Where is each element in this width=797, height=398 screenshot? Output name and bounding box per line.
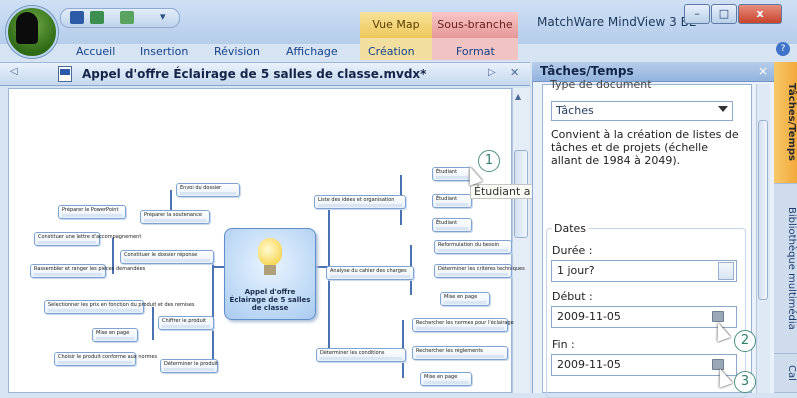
task-panel-title: Tâches/Temps	[540, 64, 634, 78]
side-tab-calendrier[interactable]: Cal	[774, 354, 797, 393]
debut-label: Début :	[552, 290, 593, 303]
nav-left-icon[interactable]: ◁	[10, 66, 18, 77]
fin-field[interactable]: 2009-11-05	[551, 354, 737, 376]
subtopic-node[interactable]: Mise en page	[420, 372, 472, 386]
subtopic-node[interactable]: Préparer le PowerPoint	[58, 205, 126, 219]
subtopic-node[interactable]: Rechercher les normes pour l'éclairage	[412, 318, 514, 332]
dates-label: Dates	[552, 222, 589, 235]
document-type-select[interactable]: Tâches	[551, 101, 733, 121]
redo-icon[interactable]	[120, 11, 134, 24]
tab-insertion[interactable]: Insertion	[140, 45, 188, 58]
help-icon[interactable]: ?	[776, 42, 790, 56]
light-bulb-icon	[258, 238, 282, 266]
scroll-up-icon[interactable]: ▲	[515, 92, 521, 101]
subtopic-node[interactable]: Déterminer les critères techniques	[434, 264, 525, 278]
side-tab-bibliotheque[interactable]: Bibliothèque multimédia	[774, 184, 797, 354]
close-document-icon[interactable]: ✕	[510, 66, 519, 79]
subtopic-node[interactable]: Rechercher les règlements	[412, 346, 508, 360]
subtopic-node[interactable]: Sélectionner les prix en fonction du pro…	[44, 300, 195, 314]
subtopic-node[interactable]: Rassembler et ranger les pièces demandée…	[30, 264, 145, 278]
document-type-label: Type de document	[550, 78, 652, 91]
undo-icon[interactable]	[90, 11, 104, 24]
minimize-button[interactable]: –	[684, 4, 710, 24]
document-title: Appel d'offre Éclairage de 5 salles de c…	[82, 67, 427, 81]
subtopic-node[interactable]: Choisir le produit conforme aux normes	[54, 352, 157, 366]
window-title: MatchWare MindView 3 BE -	[537, 15, 705, 29]
nav-right-icon[interactable]: ▷	[488, 67, 496, 78]
branch-node[interactable]: Déterminer les conditions	[316, 348, 406, 362]
document-type-description: Convient à la création de listes de tâch…	[551, 128, 739, 167]
contextual-tab-vue-map[interactable]: Vue Map	[360, 12, 432, 38]
fin-label: Fin :	[552, 338, 575, 351]
subtopic-node[interactable]: Mise en page	[92, 328, 138, 342]
subtopic-node[interactable]: Préparer la soutenance	[140, 210, 210, 224]
branch-node[interactable]: Déterminer le produit	[160, 359, 218, 373]
central-topic-label: Appel d'offre Éclairage de 5 salles de c…	[229, 288, 311, 312]
subtopic-node[interactable]: Constituer une lettre d'accompagnement	[34, 232, 141, 246]
debut-field[interactable]: 2009-11-05	[551, 306, 737, 328]
branch-node[interactable]: Liste des idées et organisation	[314, 195, 406, 209]
node-tooltip: Étudiant a	[470, 184, 535, 199]
tab-revision[interactable]: Révision	[214, 45, 260, 58]
duree-label: Durée :	[552, 244, 593, 257]
contextual-tab-sous-branche[interactable]: Sous-branche	[432, 12, 518, 38]
connector	[152, 307, 154, 340]
panel-scroll-thumb[interactable]	[758, 120, 768, 300]
subtopic-node[interactable]: Mise en page	[440, 292, 490, 306]
canvas-scrollbar[interactable]	[512, 88, 530, 393]
branch-node[interactable]: Chiffrer le produit	[158, 316, 214, 330]
tab-accueil[interactable]: Accueil	[76, 45, 115, 58]
tab-affichage[interactable]: Affichage	[286, 45, 338, 58]
subtopic-node[interactable]: Étudiant	[432, 218, 472, 232]
tab-creation[interactable]: Création	[368, 45, 415, 58]
subtopic-node[interactable]: Envoi du dossier	[176, 183, 240, 197]
maximize-button[interactable]: □	[711, 4, 737, 24]
connector	[212, 255, 214, 367]
chevron-down-icon[interactable]	[718, 106, 728, 112]
tab-format[interactable]: Format	[456, 45, 495, 58]
branch-node[interactable]: Constituer le dossier réponse	[120, 250, 214, 264]
callout-1: 1	[478, 150, 500, 172]
document-icon-mark	[60, 69, 70, 75]
duree-field[interactable]: 1 jour?	[551, 260, 737, 282]
callout-3: 3	[734, 371, 756, 393]
light-bulb-base	[264, 265, 276, 275]
duree-spinner[interactable]	[718, 262, 734, 280]
close-window-button[interactable]: x	[738, 4, 782, 24]
panel-close-icon[interactable]: ×	[758, 64, 768, 78]
callout-2: 2	[734, 330, 756, 352]
side-tab-taches-temps[interactable]: Tâches/Temps	[774, 62, 797, 184]
app-logo-icon	[16, 12, 38, 44]
customize-qat-icon[interactable]: ▾	[160, 10, 166, 23]
branch-node[interactable]: Analyse du cahier des charges	[326, 266, 414, 280]
subtopic-node[interactable]: Reformulation du besoin	[434, 240, 512, 254]
subtopic-node[interactable]: Étudiant	[432, 194, 472, 208]
save-icon[interactable]	[70, 11, 84, 24]
